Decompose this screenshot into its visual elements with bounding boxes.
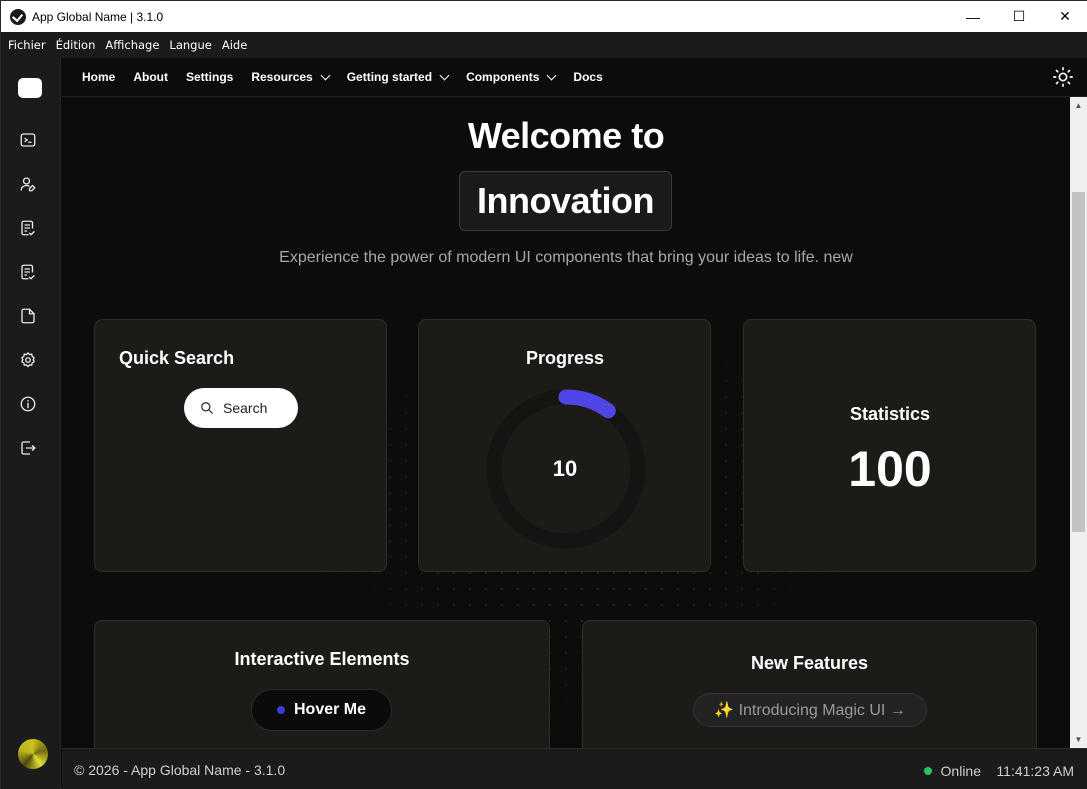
chevron-down-icon <box>546 70 557 80</box>
clock-time: 11:41:23 AM <box>996 763 1074 779</box>
nav-about[interactable]: About <box>133 70 168 84</box>
hover-me-label: Hover Me <box>293 701 367 718</box>
menu-langue[interactable]: Langue <box>164 38 216 52</box>
menu-affichage[interactable]: Affichage <box>100 38 164 52</box>
terminal-icon[interactable] <box>18 130 38 150</box>
dot-icon <box>276 706 285 714</box>
title-bar: App Global Name | 3.1.0 — ☐ ✕ <box>1 1 1087 32</box>
hero-title: Welcome to <box>467 115 665 156</box>
statistics-card: Statistics 100 <box>743 319 1036 572</box>
search-button[interactable]: Search <box>184 388 298 428</box>
new-features-card: New Features ✨ Introducing Magic UI → <box>582 620 1037 748</box>
menu-edition[interactable]: Édition <box>51 38 101 52</box>
vertical-scrollbar[interactable]: ▲ ▼ <box>1070 97 1087 748</box>
footer: © 2026 - App Global Name - 3.1.0 Online … <box>62 748 1087 789</box>
chevron-down-icon <box>439 70 450 80</box>
nav-settings[interactable]: Settings <box>186 70 233 84</box>
close-button[interactable]: ✕ <box>1042 1 1087 32</box>
nav-components-label: Components <box>466 70 540 84</box>
quick-search-card: Quick Search Search <box>94 319 387 572</box>
menu-fichier[interactable]: Fichier <box>3 38 51 52</box>
search-button-label: Search <box>223 400 268 416</box>
nav-resources-label: Resources <box>251 70 313 84</box>
sidebar-logo[interactable] <box>18 78 42 98</box>
statistics-title: Statistics <box>849 404 931 424</box>
interactive-elements-title: Interactive Elements <box>234 649 410 669</box>
settings-icon[interactable] <box>18 350 38 370</box>
clipboard-check-icon-2[interactable] <box>18 262 38 282</box>
scroll-down-arrow-icon[interactable]: ▼ <box>1070 731 1087 748</box>
status-badge: Online <box>923 763 981 779</box>
progress-value: 10 <box>552 456 578 481</box>
search-icon <box>201 402 213 414</box>
quick-search-title: Quick Search <box>119 348 235 368</box>
scroll-thumb[interactable] <box>1072 192 1085 532</box>
info-icon[interactable] <box>18 394 38 414</box>
statistics-value: 100 <box>848 441 932 497</box>
new-features-title: New Features <box>750 653 869 673</box>
nav-docs-label: Docs <box>573 70 603 84</box>
nav-resources[interactable]: Resources <box>251 70 331 84</box>
window-controls: — ☐ ✕ <box>950 1 1087 32</box>
logout-icon[interactable] <box>18 438 38 458</box>
top-nav: Home About Settings Resources Getting st… <box>62 58 1087 97</box>
avatar[interactable] <box>18 739 48 769</box>
nav-home[interactable]: Home <box>82 70 115 84</box>
progress-title: Progress <box>525 348 605 368</box>
introducing-magic-ui-label: ✨ Introducing Magic UI → <box>714 702 906 719</box>
app-window: App Global Name | 3.1.0 — ☐ ✕ Fichier Éd… <box>0 0 1087 789</box>
nav-getting-started-label: Getting started <box>346 70 433 84</box>
nav-docs[interactable]: Docs <box>573 70 602 84</box>
window-title: App Global Name | 3.1.0 <box>32 9 164 24</box>
nav-getting-started[interactable]: Getting started <box>346 70 450 84</box>
file-icon[interactable] <box>18 306 38 326</box>
chevron-down-icon <box>320 70 331 80</box>
hero-highlight: Innovation <box>459 171 672 231</box>
status-text: Online <box>940 763 981 779</box>
progress-card: Progress 10 <box>418 319 711 572</box>
sun-icon[interactable] <box>1052 66 1074 88</box>
sidebar <box>1 58 61 789</box>
introducing-magic-ui-pill[interactable]: ✨ Introducing Magic UI → <box>693 693 927 727</box>
scroll-up-arrow-icon[interactable]: ▲ <box>1070 97 1087 114</box>
maximize-button[interactable]: ☐ <box>996 1 1042 32</box>
copyright-text: © 2026 - App Global Name - 3.1.0 <box>74 761 286 778</box>
app-logo-icon <box>10 8 26 25</box>
menu-bar: Fichier Édition Affichage Langue Aide <box>1 32 1087 58</box>
menu-aide[interactable]: Aide <box>217 38 252 52</box>
user-edit-icon[interactable] <box>18 174 38 194</box>
minimize-button[interactable]: — <box>950 1 996 32</box>
hero-subtitle: Experience the power of modern UI compon… <box>279 249 853 266</box>
nav-about-label: About <box>133 70 168 84</box>
interactive-elements-card: Interactive Elements Hover Me <box>94 620 550 748</box>
nav-settings-label: Settings <box>186 70 234 84</box>
status-dot-icon <box>923 767 932 775</box>
main-content: Welcome to Innovation Experience the pow… <box>62 97 1070 748</box>
nav-components[interactable]: Components <box>466 70 557 84</box>
hover-me-button[interactable]: Hover Me <box>251 689 392 731</box>
clipboard-check-icon[interactable] <box>18 218 38 238</box>
nav-home-label: Home <box>82 70 116 84</box>
